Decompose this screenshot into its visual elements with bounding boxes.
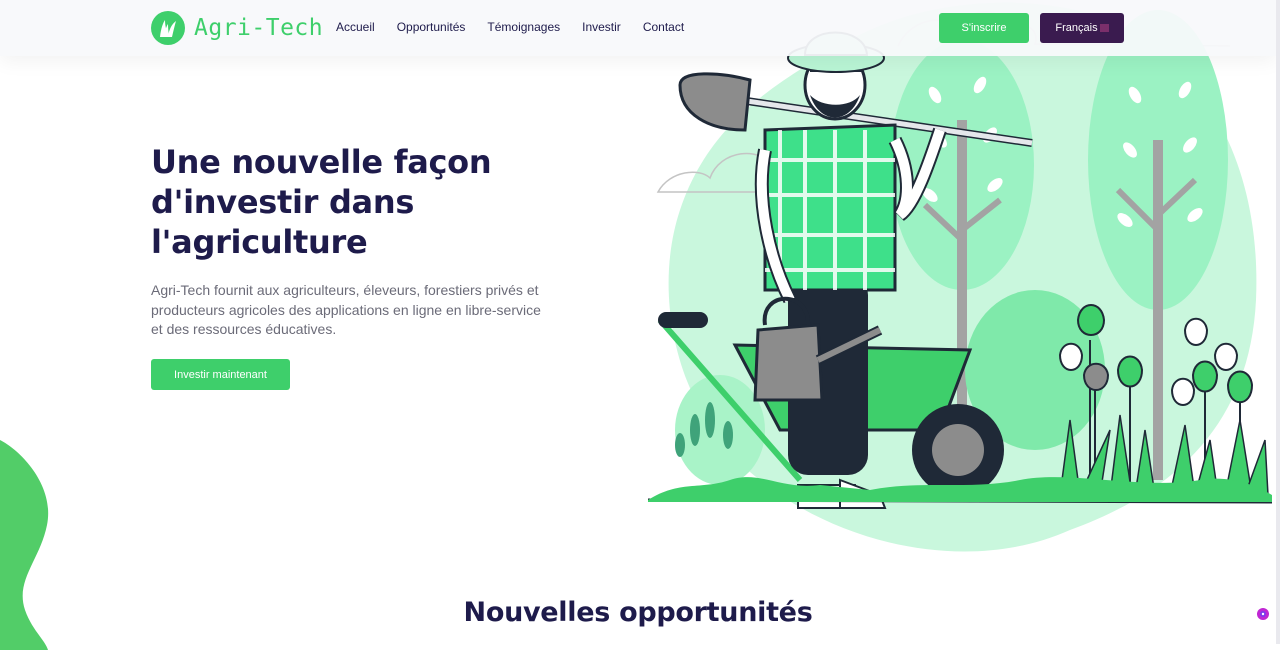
hero-description: Agri-Tech fournit aux agriculteurs, élev…: [151, 282, 541, 337]
language-label: Français: [1055, 22, 1098, 34]
nav-link-accueil[interactable]: Accueil: [336, 20, 375, 34]
nav-link-temoignages[interactable]: Témoignages: [487, 20, 560, 34]
signup-button[interactable]: S'inscrire: [939, 13, 1029, 43]
nav-link-contact[interactable]: Contact: [643, 20, 684, 34]
main-navigation: Accueil Opportunités Témoignages Investi…: [336, 20, 706, 34]
nav-link-opportunites[interactable]: Opportunités: [397, 20, 466, 34]
signup-label: S'inscrire: [961, 22, 1007, 34]
leaf-logo-icon: [151, 11, 185, 45]
language-selector-button[interactable]: Français: [1040, 13, 1124, 43]
top-navbar: Agri-Tech Accueil Opportunités Témoignag…: [0, 0, 1276, 56]
opportunities-section-title: Nouvelles opportunités: [463, 597, 813, 628]
invest-now-label: Investir maintenant: [174, 368, 267, 381]
brand-logo[interactable]: Agri-Tech: [151, 11, 323, 45]
invest-now-button[interactable]: Investir maintenant: [151, 359, 290, 390]
nav-link-investir[interactable]: Investir: [582, 20, 621, 34]
hero-illustration: [647, 2, 1273, 552]
scrollbar[interactable]: [1276, 0, 1280, 644]
hero-title: Une nouvelle façon d'investir dans l'agr…: [151, 143, 492, 261]
brand-name: Agri-Tech: [194, 15, 324, 41]
assistant-widget-icon[interactable]: [1256, 607, 1270, 621]
flag-icon: [1099, 24, 1109, 32]
